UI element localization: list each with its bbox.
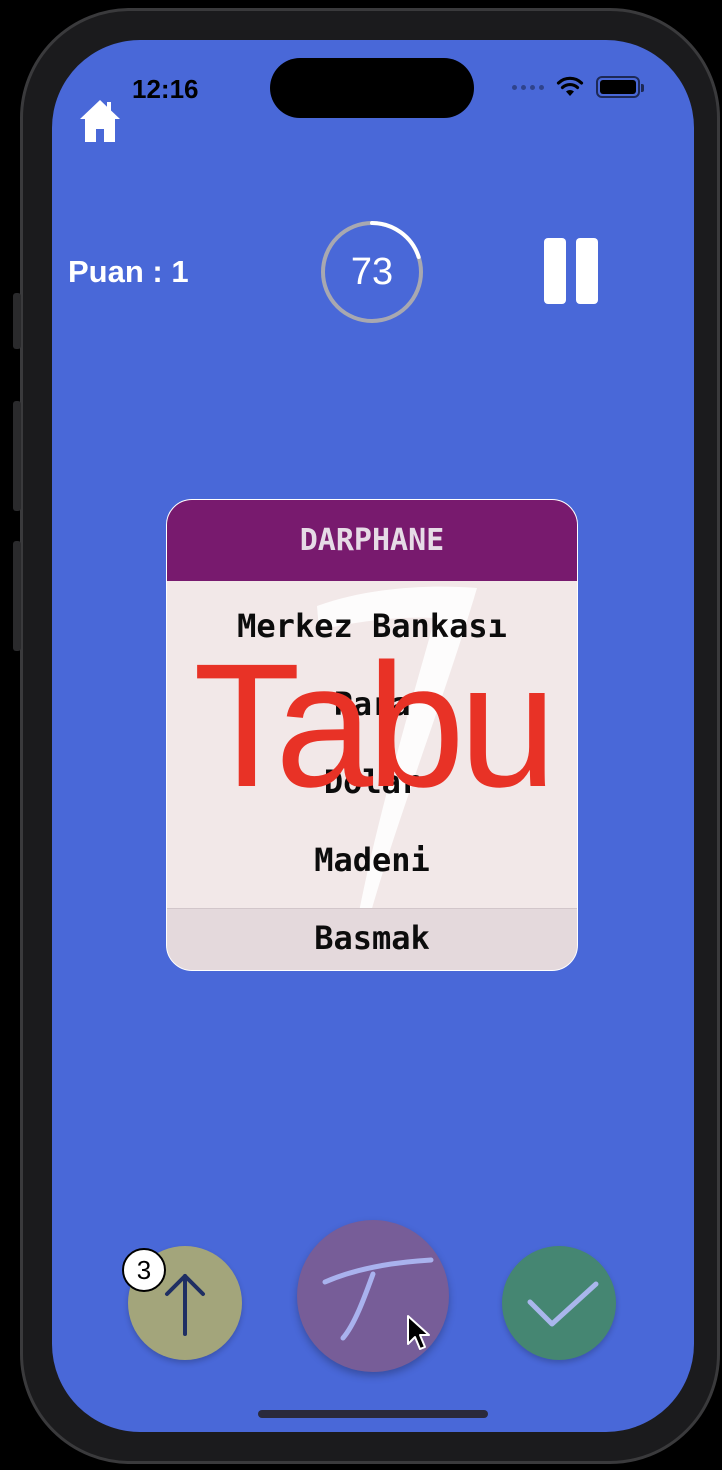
tabu-overlay-text: Tabu — [193, 628, 557, 824]
wifi-icon — [556, 76, 584, 96]
mute-switch — [13, 293, 21, 349]
battery-icon — [596, 76, 644, 98]
pass-count-badge: 3 — [122, 1248, 166, 1292]
pause-button[interactable] — [544, 238, 598, 304]
volume-down-button — [13, 541, 21, 651]
timer-value: 73 — [350, 250, 394, 293]
checkmark-icon — [527, 1281, 599, 1327]
volume-up-button — [13, 401, 21, 511]
score-label: Puan : 1 — [68, 254, 189, 289]
correct-button[interactable] — [502, 1246, 616, 1360]
status-time: 12:16 — [132, 74, 199, 104]
target-word: DARPHANE — [167, 500, 577, 581]
cellular-signal-icon — [512, 84, 544, 90]
mouse-cursor-icon — [407, 1315, 430, 1350]
taboo-word: Madeni — [314, 841, 430, 879]
dynamic-island — [270, 58, 474, 118]
home-icon[interactable] — [78, 98, 122, 144]
game-screen: 12:16 Puan : 1 73 DARPHANE Merkez Bankas… — [52, 40, 694, 1432]
taboo-word: Basmak — [314, 919, 430, 957]
countdown-timer: 73 — [320, 220, 424, 324]
card-footer: Basmak — [167, 908, 577, 970]
home-indicator[interactable] — [258, 1410, 488, 1418]
status-icons — [512, 76, 644, 98]
